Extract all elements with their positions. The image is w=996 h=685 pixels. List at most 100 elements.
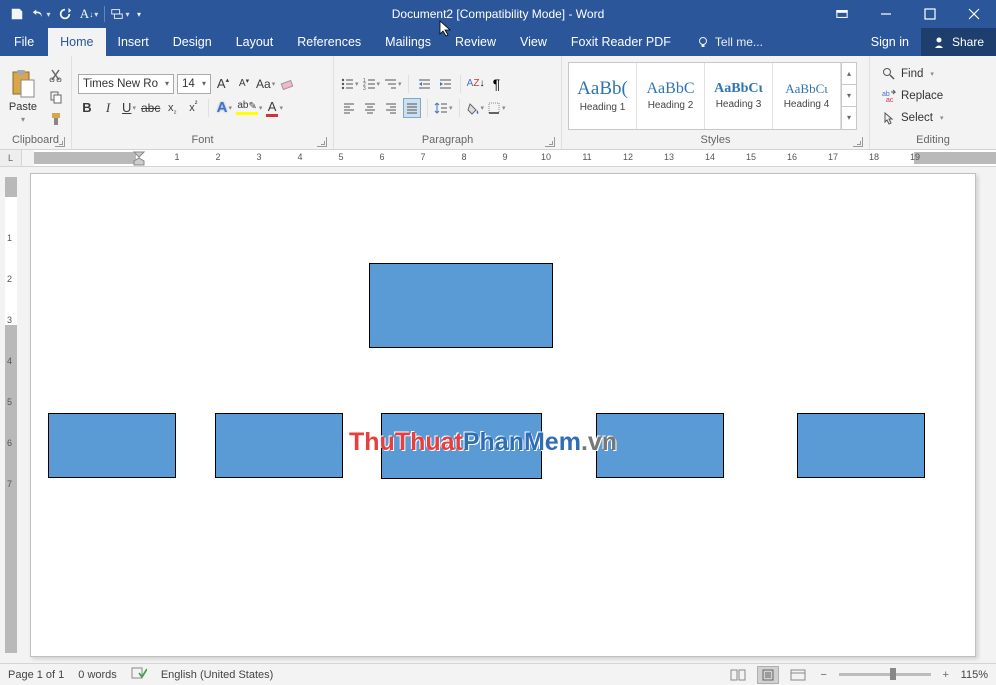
bold-button[interactable]: B [78, 98, 96, 118]
shape-rect-5[interactable] [797, 413, 925, 478]
numbering-button[interactable]: 123▾ [362, 74, 381, 94]
styles-scroll[interactable]: ▴▾▾ [841, 63, 856, 129]
subscript-button[interactable]: x₂ [163, 98, 181, 118]
shape-rect-top[interactable] [369, 263, 553, 348]
undo-button[interactable]: ▾ [30, 3, 52, 25]
style-heading4[interactable]: AaBbCιHeading 4 [773, 63, 841, 129]
paragraph-label: Paragraph [422, 134, 473, 146]
tab-mailings[interactable]: Mailings [373, 28, 443, 56]
font-launcher[interactable] [317, 137, 327, 147]
copy-button[interactable] [46, 88, 66, 106]
shape-rect-1[interactable] [48, 413, 176, 478]
increase-indent-button[interactable] [436, 74, 454, 94]
svg-text:ac: ac [886, 97, 894, 103]
find-icon [882, 67, 896, 81]
justify-button[interactable] [403, 98, 421, 118]
minimize-button[interactable] [864, 0, 908, 28]
tab-home[interactable]: Home [48, 28, 105, 56]
styles-launcher[interactable] [853, 137, 863, 147]
select-button[interactable]: Select▾ [880, 108, 945, 128]
multilevel-list-button[interactable]: ▾ [383, 74, 402, 94]
group-font: Times New Ro▾ 14▾ A▴ A▾ Aa▾ B I U▾ abc x… [72, 56, 334, 149]
sign-in-button[interactable]: Sign in [859, 28, 921, 56]
font-label: Font [191, 134, 213, 146]
font-name-combo[interactable]: Times New Ro▾ [78, 74, 174, 94]
read-mode-button[interactable] [727, 666, 749, 684]
tab-layout[interactable]: Layout [224, 28, 286, 56]
tab-design[interactable]: Design [161, 28, 224, 56]
spell-check-icon[interactable] [131, 666, 147, 683]
tab-references[interactable]: References [285, 28, 373, 56]
watermark: ThuThuatPhanMem.vn [349, 428, 617, 457]
style-heading1[interactable]: AaBb(Heading 1 [569, 63, 637, 129]
page[interactable]: ThuThuatPhanMem.vn [30, 173, 976, 657]
cursor-icon [439, 20, 453, 38]
multilevel-icon [383, 77, 397, 91]
qat-customize[interactable]: ▾ [133, 3, 145, 25]
share-button[interactable]: Share [921, 28, 996, 56]
text-effects-button[interactable]: A▾ [215, 98, 233, 118]
share-label: Share [952, 35, 984, 49]
replace-button[interactable]: abacReplace [880, 86, 945, 106]
align-left-icon [342, 101, 356, 115]
maximize-button[interactable] [908, 0, 952, 28]
align-center-icon [363, 101, 377, 115]
superscript-button[interactable]: x² [184, 98, 202, 118]
save-button[interactable] [6, 3, 28, 25]
line-spacing-button[interactable]: ▾ [434, 98, 453, 118]
show-marks-button[interactable]: ¶ [488, 74, 506, 94]
borders-button[interactable]: ▾ [487, 98, 506, 118]
align-left-button[interactable] [340, 98, 358, 118]
paste-label: Paste [9, 101, 37, 113]
decrease-indent-button[interactable] [415, 74, 433, 94]
font-color-button[interactable]: A▾ [265, 98, 283, 118]
tell-me-search[interactable]: Tell me... [683, 35, 763, 49]
svg-text:3: 3 [363, 86, 366, 91]
vertical-ruler[interactable]: 1234567 [0, 167, 22, 663]
indent-markers[interactable] [132, 150, 146, 166]
print-layout-button[interactable] [757, 666, 779, 684]
tab-review[interactable]: Review [443, 28, 508, 56]
editing-label: Editing [916, 134, 950, 146]
outdent-icon [417, 77, 431, 91]
status-bar: Page 1 of 1 0 words English (United Stat… [0, 663, 996, 685]
italic-button[interactable]: I [99, 98, 117, 118]
tab-selector[interactable]: L [0, 150, 22, 166]
horizontal-ruler[interactable]: L 12345678910111213141516171819 [0, 150, 996, 167]
bullets-button[interactable]: ▾ [340, 74, 359, 94]
format-painter-button[interactable] [46, 110, 66, 128]
tab-insert[interactable]: Insert [106, 28, 161, 56]
change-case-button[interactable]: Aa▾ [256, 74, 275, 94]
style-heading3[interactable]: AaBbCιHeading 3 [705, 63, 773, 129]
align-center-button[interactable] [361, 98, 379, 118]
styles-gallery[interactable]: AaBb(Heading 1 AaBbCHeading 2 AaBbCιHead… [568, 62, 857, 130]
shape-rect-2[interactable] [215, 413, 343, 478]
clear-formatting-button[interactable] [278, 74, 296, 94]
tab-view[interactable]: View [508, 28, 559, 56]
ribbon-display-icon[interactable] [820, 0, 864, 28]
cut-button[interactable] [46, 66, 66, 84]
align-right-icon [384, 101, 398, 115]
zoom-slider[interactable] [839, 673, 931, 676]
style-heading2[interactable]: AaBbCHeading 2 [637, 63, 705, 129]
underline-button[interactable]: U▾ [120, 98, 138, 118]
shrink-font-button[interactable]: A▾ [235, 74, 253, 94]
close-button[interactable] [952, 0, 996, 28]
strikethrough-button[interactable]: abc [141, 98, 160, 118]
qat-icon-1[interactable]: A↓▾ [78, 3, 100, 25]
find-button[interactable]: Find▾ [880, 64, 945, 84]
shading-button[interactable]: ▾ [466, 98, 485, 118]
font-size-combo[interactable]: 14▾ [177, 74, 211, 94]
web-layout-button[interactable] [787, 666, 809, 684]
clipboard-launcher[interactable] [55, 137, 65, 147]
tab-file[interactable]: File [0, 28, 48, 56]
paragraph-launcher[interactable] [545, 137, 555, 147]
highlight-button[interactable]: ab✎▾ [236, 98, 262, 118]
tab-foxit[interactable]: Foxit Reader PDF [559, 28, 683, 56]
qat-icon-2[interactable]: ▾ [109, 3, 131, 25]
redo-button[interactable] [54, 3, 76, 25]
grow-font-button[interactable]: A▴ [214, 74, 232, 94]
paste-button[interactable]: Paste ▾ [4, 67, 42, 124]
sort-button[interactable]: AZ↓ [467, 74, 485, 94]
align-right-button[interactable] [382, 98, 400, 118]
